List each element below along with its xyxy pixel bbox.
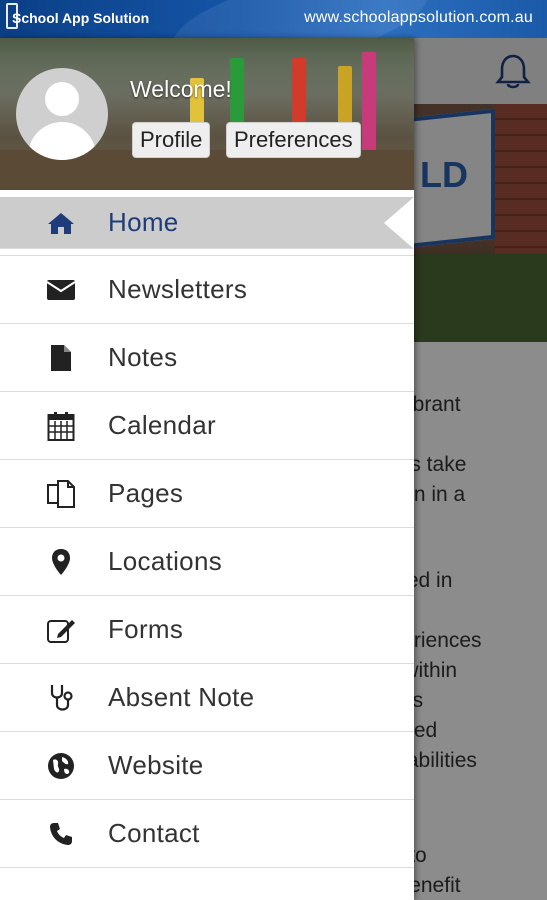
menu-item-contact[interactable]: Contact xyxy=(0,800,414,868)
brand-name: School App Solution xyxy=(12,10,150,26)
menu-item-forms[interactable]: Forms xyxy=(0,596,414,664)
drawer-header: Welcome! Profile Preferences xyxy=(0,38,414,190)
menu-label: Contact xyxy=(108,818,200,848)
home-icon xyxy=(44,207,78,239)
menu-item-pages[interactable]: Pages xyxy=(0,460,414,528)
phone-icon xyxy=(44,818,78,850)
menu-label: Home xyxy=(108,207,179,237)
map-marker-icon xyxy=(44,546,78,578)
navigation-drawer: Welcome! Profile Preferences Home Newsle… xyxy=(0,38,414,900)
menu-item-calendar[interactable]: Calendar xyxy=(0,392,414,460)
avatar[interactable] xyxy=(16,68,108,160)
menu-label: Website xyxy=(108,750,204,780)
pages-icon xyxy=(44,478,78,510)
calendar-icon xyxy=(44,410,78,442)
brand-url: www.schoolappsolution.com.au xyxy=(304,9,533,26)
menu-label: Locations xyxy=(108,546,222,576)
menu-label: Pages xyxy=(108,478,184,508)
envelope-icon xyxy=(44,274,78,306)
edit-form-icon xyxy=(44,614,78,646)
stethoscope-icon xyxy=(44,682,78,714)
drawer-menu: Home Newsletters Notes Calendar Pages Lo… xyxy=(0,197,414,868)
file-icon xyxy=(44,342,78,374)
profile-button[interactable]: Profile xyxy=(132,122,211,158)
menu-label: Calendar xyxy=(108,410,216,440)
menu-divider xyxy=(0,249,414,256)
welcome-text: Welcome! xyxy=(130,76,232,102)
menu-label: Absent Note xyxy=(108,682,255,712)
top-banner: School App Solution www.schoolappsolutio… xyxy=(0,0,547,38)
header-pencil xyxy=(362,52,376,164)
menu-label: Notes xyxy=(108,342,178,372)
menu-item-home[interactable]: Home xyxy=(0,197,414,249)
preferences-button[interactable]: Preferences xyxy=(226,122,361,158)
menu-item-absent-note[interactable]: Absent Note xyxy=(0,664,414,732)
menu-item-newsletters[interactable]: Newsletters xyxy=(0,256,414,324)
menu-label: Newsletters xyxy=(108,274,248,304)
menu-item-website[interactable]: Website xyxy=(0,732,414,800)
menu-item-notes[interactable]: Notes xyxy=(0,324,414,392)
globe-icon xyxy=(44,750,78,782)
menu-label: Forms xyxy=(108,614,184,644)
menu-item-locations[interactable]: Locations xyxy=(0,528,414,596)
